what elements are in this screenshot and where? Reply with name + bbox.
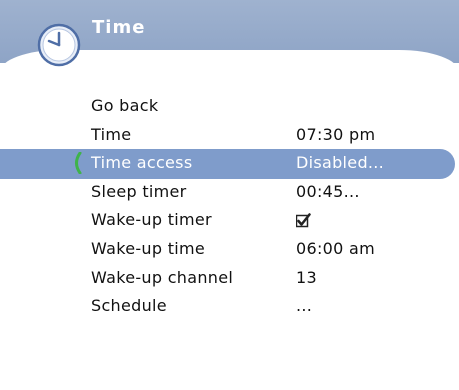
menu-item-wake-up-timer[interactable]: Wake-up timer [0,206,459,235]
menu-item-value: Disabled... [296,153,385,173]
menu-item-label: Wake-up timer [91,210,212,230]
menu-item-value: 00:45... [296,181,360,201]
menu-item-wake-up-channel[interactable]: Wake-up channel 13 [0,264,459,293]
menu-item-time-access[interactable]: Time access Disabled... [0,149,459,180]
menu-item-sleep-timer[interactable]: Sleep timer 00:45... [0,178,459,207]
page-title: Time [92,17,146,38]
menu-item-label: Time [91,124,132,144]
menu-item-label: Sleep timer [91,181,187,201]
menu-item-schedule[interactable]: Schedule ... [0,292,459,321]
menu-item-label: Schedule [91,296,167,316]
menu-item-label: Wake-up channel [91,267,234,287]
menu-item-value: 07:30 pm [296,124,376,144]
menu-item-value: ... [296,296,313,316]
menu-item-value: 13 [296,267,317,287]
clock-icon [37,23,81,67]
menu-item-value: 06:00 am [296,238,375,258]
checkbox-checked-icon[interactable] [296,213,311,228]
menu-item-label: Wake-up time [91,238,206,258]
menu-item-label: Time access [91,153,193,173]
menu-item-wake-up-time[interactable]: Wake-up time 06:00 am [0,235,459,264]
selection-highlight [0,149,455,180]
menu-item-time[interactable]: Time 07:30 pm [0,121,459,150]
menu-item-go-back[interactable]: Go back [0,92,459,121]
menu-item-label: Go back [91,96,159,115]
menu-list: Go back Time 07:30 pm Time access Disabl… [0,92,459,321]
selection-cursor-icon [75,152,82,175]
